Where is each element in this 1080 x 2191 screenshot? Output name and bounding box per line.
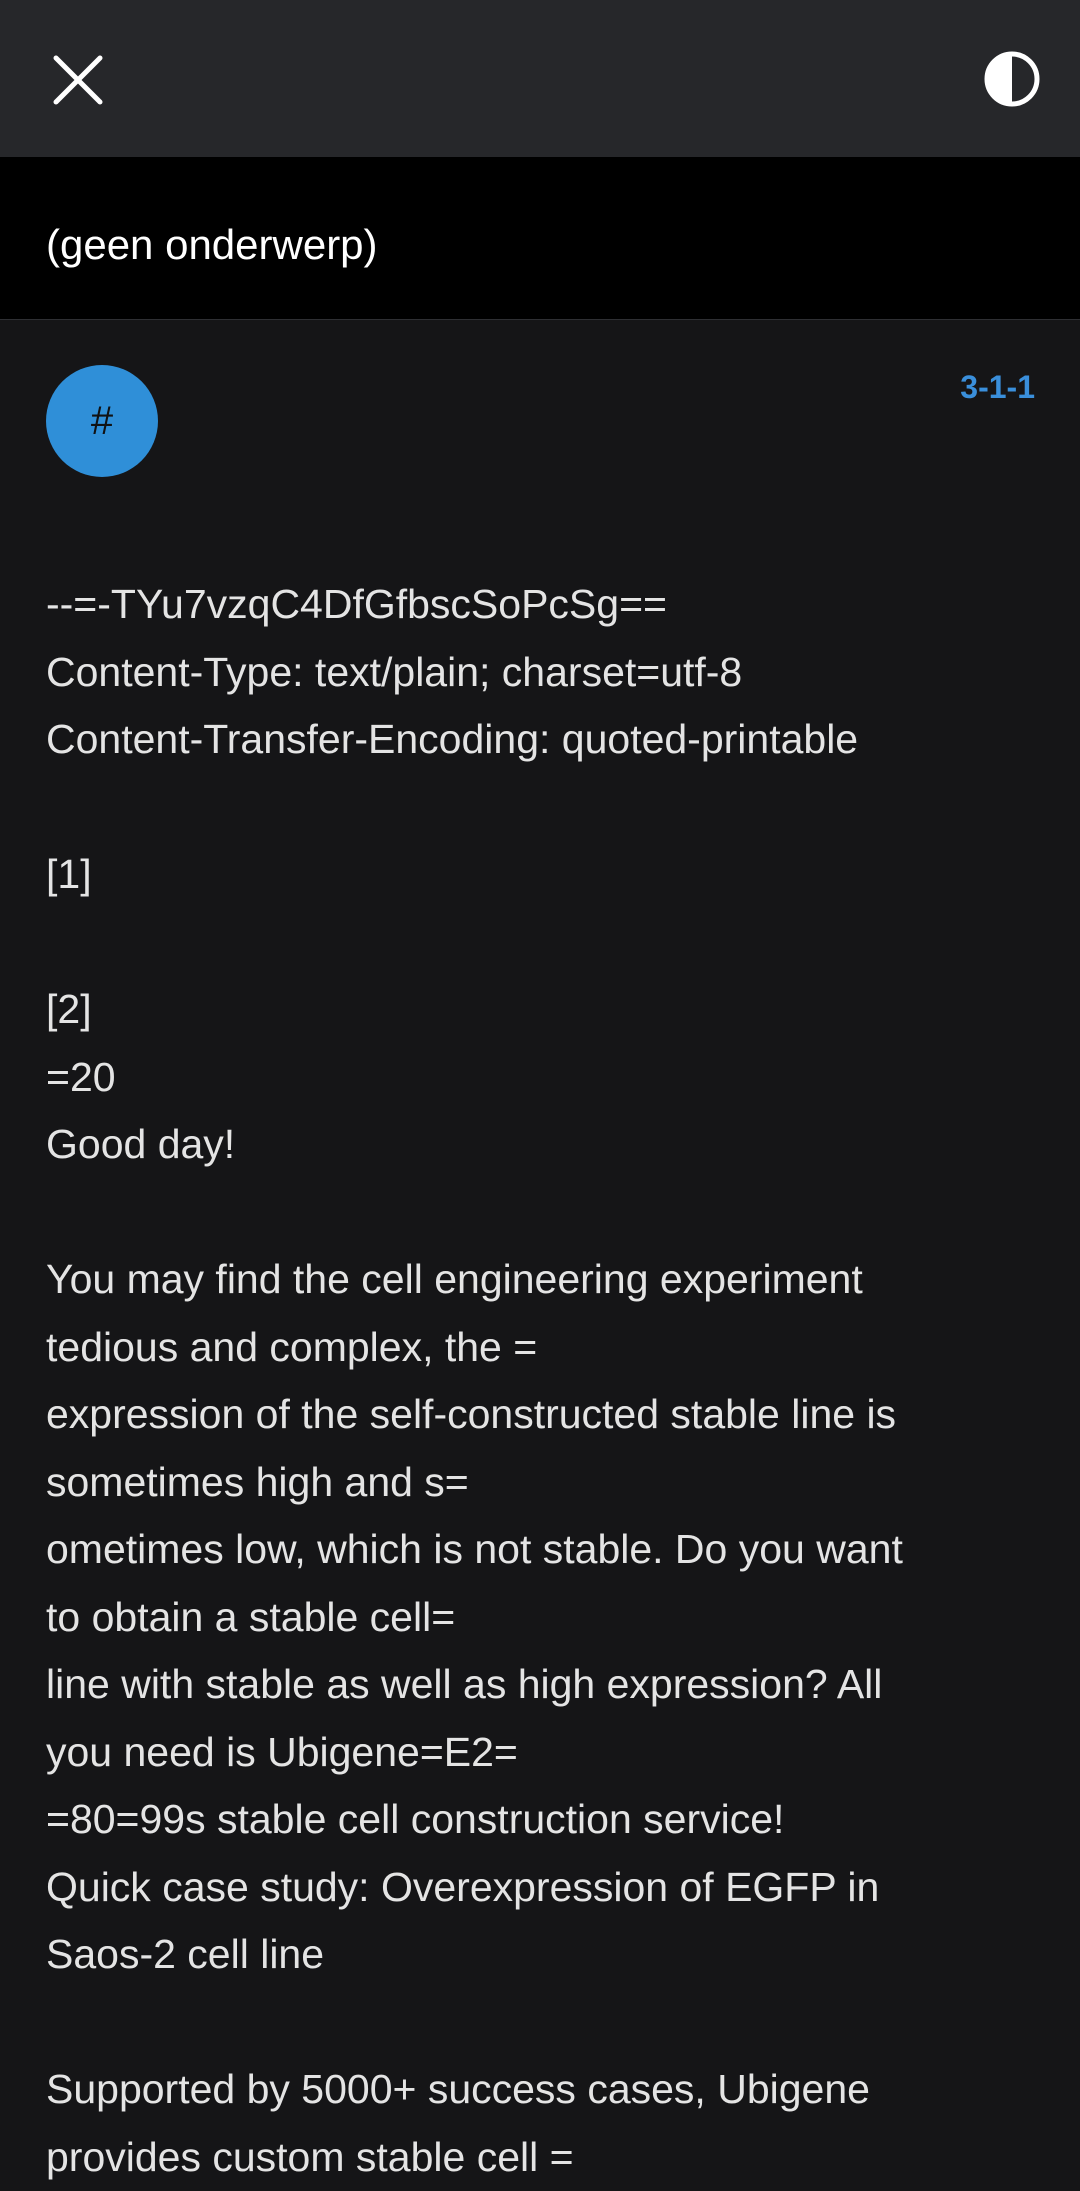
email-body-line: sometimes high and s= (46, 1449, 1046, 1517)
email-body-line: you need is Ubigene=E2= (46, 1719, 1046, 1787)
email-body-line: ometimes low, which is not stable. Do yo… (46, 1516, 1046, 1584)
sender-avatar[interactable]: # (46, 365, 158, 477)
close-button[interactable] (46, 48, 110, 112)
top-toolbar (0, 0, 1080, 157)
email-date: 3-1-1 (960, 367, 1035, 407)
email-body-line: tedious and complex, the = (46, 1314, 1046, 1382)
email-body-line (46, 909, 1046, 977)
email-body-line: Supported by 5000+ success cases, Ubigen… (46, 2056, 1046, 2124)
email-body-line (46, 1989, 1046, 2057)
email-subject: (geen onderwerp) (46, 220, 378, 270)
email-body-line: expression of the self-constructed stabl… (46, 1381, 1046, 1449)
avatar-letter: # (91, 399, 113, 444)
email-body-line: =20 (46, 1044, 1046, 1112)
email-body-line: --=-TYu7vzqC4DfGfbscSoPcSg== (46, 571, 1046, 639)
contrast-toggle-icon (978, 48, 1046, 110)
email-body-line: Quick case study: Overexpression of EGFP… (46, 1854, 1046, 1922)
email-body-line: Saos-2 cell line (46, 1921, 1046, 1989)
email-body-line: Content-Type: text/plain; charset=utf-8 (46, 639, 1046, 707)
contrast-toggle-button[interactable] (978, 48, 1046, 110)
email-body-line: Good day! (46, 1111, 1046, 1179)
email-body-line: [2] (46, 976, 1046, 1044)
email-body-line: You may find the cell engineering experi… (46, 1246, 1046, 1314)
email-body-line: provides custom stable cell = (46, 2124, 1046, 2191)
close-icon (46, 48, 110, 112)
email-body-line (46, 1179, 1046, 1247)
email-body-line: Content-Transfer-Encoding: quoted-printa… (46, 706, 1046, 774)
email-body: --=-TYu7vzqC4DfGfbscSoPcSg==Content-Type… (46, 571, 1046, 2191)
email-body-line (46, 774, 1046, 842)
email-body-line: line with stable as well as high express… (46, 1651, 1046, 1719)
email-body-line: [1] (46, 841, 1046, 909)
email-body-line: =80=99s stable cell construction service… (46, 1786, 1046, 1854)
email-body-line: to obtain a stable cell= (46, 1584, 1046, 1652)
